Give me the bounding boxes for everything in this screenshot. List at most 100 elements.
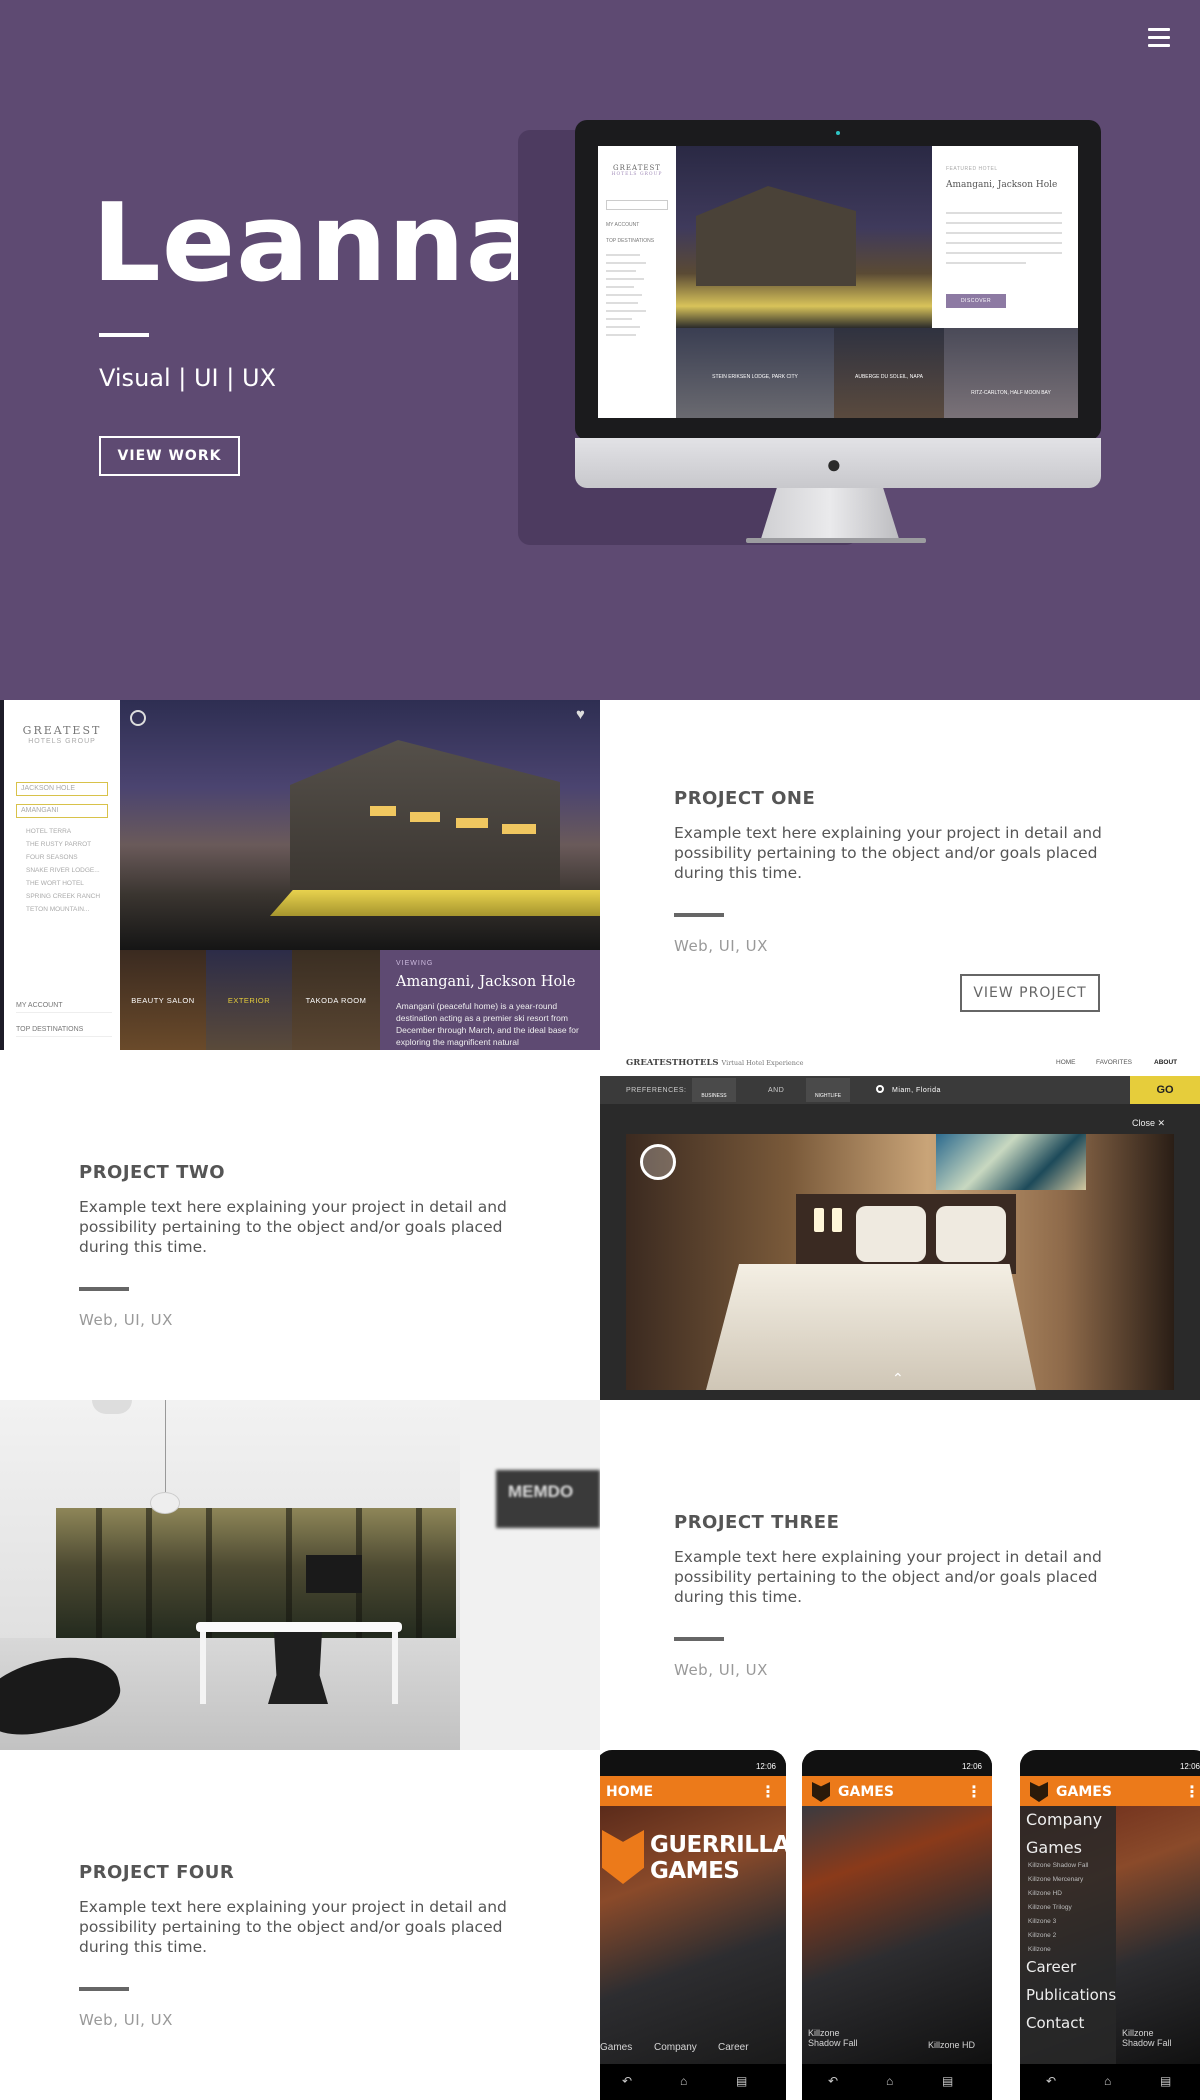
project-two-divider — [79, 1287, 129, 1291]
p3-forest-window — [56, 1508, 456, 1638]
p1-nav-destinations: TOP DESTINATIONS — [16, 1026, 112, 1037]
project-four-description: Example text here explaining your projec… — [79, 1898, 507, 1956]
phone-time: 12:06 — [755, 1762, 776, 1771]
home-icon: ⌂ — [1104, 2074, 1112, 2088]
p1-thumb-room: TAKODA ROOM — [292, 950, 380, 1050]
p1-location-pin-icon[interactable] — [130, 710, 146, 726]
p1-nav-account: MY ACCOUNT — [16, 1002, 112, 1013]
project-four-divider — [79, 1987, 129, 1991]
hero-subtitle: Visual | UI | UX — [99, 364, 276, 392]
p2-nav-home: HOME — [1056, 1059, 1076, 1066]
menu-item-publications: Publications — [1026, 1986, 1117, 2004]
screen-nav-account: MY ACCOUNT — [606, 222, 640, 228]
p1-heart-icon[interactable]: ♥ — [576, 706, 585, 723]
p1-logo-top: GREATEST — [22, 724, 102, 737]
p2-search-icon — [876, 1085, 884, 1093]
project-two-description: Example text here explaining your projec… — [79, 1198, 507, 1256]
guerrilla-logo-icon — [602, 1830, 644, 1884]
back-icon: ↶ — [1046, 2074, 1057, 2088]
p1-hotel-item: TETON MOUNTAIN... — [26, 906, 90, 913]
project-one-image[interactable]: GREATEST HOTELS GROUP JACKSON HOLE AMANG… — [0, 700, 600, 1050]
screen-thumb: AUBERGE DU SOLEIL, NAPA — [834, 328, 944, 418]
screen-discover-label: DISCOVER — [960, 298, 992, 304]
p2-pillow — [856, 1206, 926, 1262]
p3-desk-leg — [200, 1632, 206, 1704]
p1-thumb-exterior: EXTERIOR — [206, 950, 292, 1050]
screen-thumb: STEIN ERIKSEN LODGE, PARK CITY — [676, 328, 834, 418]
project-two-title: PROJECT TWO — [79, 1162, 226, 1183]
monitor-screen: GREATEST HOTELS GROUP MY ACCOUNT TOP DES… — [598, 146, 1078, 418]
p1-hotel-item: FOUR SEASONS — [26, 854, 78, 861]
p1-sidebar: GREATEST HOTELS GROUP JACKSON HOLE AMANG… — [4, 700, 120, 1050]
p2-preferences-bar: PREFERENCES: BUSINESS AND NIGHTLIFE Miam… — [600, 1076, 1200, 1104]
project-four-title: PROJECT FOUR — [79, 1862, 235, 1883]
screen-featured-card: FEATURED HOTEL Amangani, Jackson Hole DI… — [932, 146, 1078, 328]
p2-brand-name: GREATESTHOTELS — [626, 1058, 719, 1068]
p3-lamp-cord — [165, 1400, 166, 1492]
menu-subitem: Killzone 3 — [1028, 1918, 1057, 1925]
back-icon: ↶ — [622, 2074, 633, 2088]
phone-mockup-games: 12:06 GAMES ⋮ Killzone Shadow Fall Killz… — [802, 1750, 992, 2100]
project-one-tags: Web, UI, UX — [674, 937, 768, 955]
p3-ceiling-fixture — [92, 1400, 132, 1414]
hamburger-menu-icon[interactable] — [1148, 28, 1170, 48]
p3-tree — [416, 1508, 422, 1638]
phone-side-menu: Company Games Killzone Shadow Fall Killz… — [1020, 1806, 1116, 2064]
screen-search-input — [606, 200, 668, 210]
screen-thumb-label: STEIN ERIKSEN LODGE, PARK CITY — [712, 374, 798, 380]
p1-hotel-item: SNAKE RIVER LODGE... — [26, 867, 100, 874]
project-four-image[interactable]: 12:06 HOME ⋮ GUERRILLA GAMES Games Compa… — [600, 1750, 1200, 2100]
p1-window-light — [410, 812, 440, 822]
hero-section: Leanna. Visual | UI | UX VIEW WORK GREAT… — [0, 0, 1200, 700]
p2-compass-icon — [640, 1144, 676, 1180]
recents-icon: ▤ — [736, 2074, 748, 2088]
overflow-menu-icon: ⋮ — [760, 1784, 776, 1801]
monitor-camera — [836, 131, 840, 135]
menu-subitem: Killzone Trilogy — [1028, 1904, 1072, 1911]
project-three-text: PROJECT THREE Example text here explaini… — [674, 1512, 1134, 1679]
screen-text-line — [946, 222, 1062, 224]
screen-featured-title: Amangani, Jackson Hole — [946, 180, 1058, 190]
phone-tile-label: Games — [600, 2042, 633, 2053]
project-one-title: PROJECT ONE — [674, 788, 816, 809]
menu-subitem: Killzone Mercenary — [1028, 1876, 1084, 1883]
project-one-divider — [674, 913, 724, 917]
p2-bed — [706, 1264, 1036, 1390]
phone-nav-bar: ↶ ⌂ ▤ — [1020, 2064, 1200, 2100]
screen-sidebar: GREATEST HOTELS GROUP MY ACCOUNT TOP DES… — [598, 146, 676, 418]
view-work-button[interactable]: VIEW WORK — [99, 436, 240, 476]
p1-hotel-item: THE WORT HOTEL — [26, 880, 84, 887]
phone-mockup-menu: 12:06 GAMES ⋮ Company Games Killzone Sha… — [1020, 1750, 1200, 2100]
phone-content: Killzone Shadow Fall Killzone HD — [802, 1806, 992, 2064]
p3-tree — [96, 1508, 102, 1638]
home-icon: ⌂ — [886, 2074, 894, 2088]
p1-search-destination: JACKSON HOLE — [16, 782, 108, 796]
project-two-image[interactable]: GREATESTHOTELS Virtual Hotel Experience … — [600, 1050, 1200, 1400]
menu-item-games: Games — [1026, 1838, 1082, 1857]
view-project-button[interactable]: VIEW PROJECT — [960, 974, 1100, 1012]
p2-lamp — [832, 1208, 842, 1232]
p1-pool-light — [270, 890, 600, 916]
project-two-text: PROJECT TWO Example text here explaining… — [79, 1162, 539, 1329]
menu-item-company: Company — [1026, 1810, 1103, 1829]
phone-app-title: GAMES — [1056, 1784, 1112, 1800]
screen-list-line — [606, 254, 640, 256]
phone-app-title: HOME — [606, 1784, 654, 1800]
screen-hero-photo — [676, 146, 932, 328]
p3-chair — [268, 1632, 328, 1704]
p1-window-light — [456, 818, 488, 828]
p3-wall — [460, 1400, 600, 1750]
project-one-text: PROJECT ONE Example text here explaining… — [674, 788, 1134, 955]
p2-brand: GREATESTHOTELS Virtual Hotel Experience — [626, 1058, 803, 1068]
p3-pendant-lamp — [150, 1492, 180, 1514]
menu-subitem: Killzone 2 — [1028, 1932, 1057, 1939]
screen-text-line — [946, 242, 1062, 244]
recents-icon: ▤ — [942, 2074, 954, 2088]
phone-app-title: GAMES — [838, 1784, 894, 1800]
screen-thumb: RITZ-CARLTON, HALF MOON BAY — [944, 328, 1078, 418]
screen-featured-label: FEATURED HOTEL — [946, 166, 998, 172]
project-three-image[interactable]: MEMDO — [0, 1400, 600, 1750]
home-icon: ⌂ — [680, 2074, 688, 2088]
p2-lamp — [814, 1208, 824, 1232]
phone-tile-label: Killzone HD — [928, 2040, 976, 2050]
